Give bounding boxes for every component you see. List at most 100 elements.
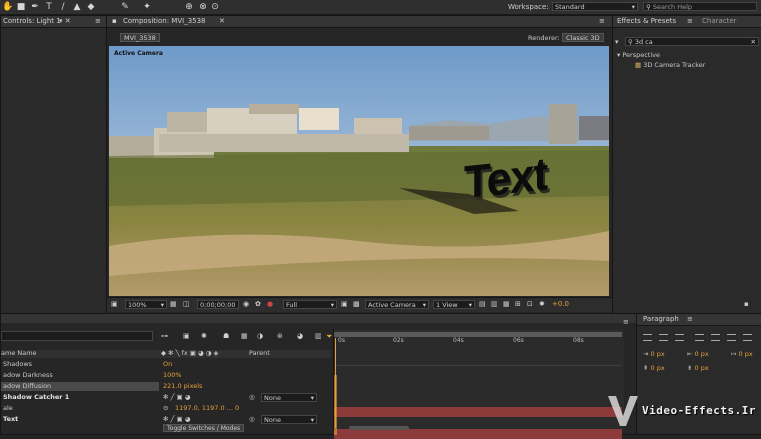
layer-property-row-selected[interactable]: adow Diffusion xyxy=(1,382,159,391)
layer-property-row[interactable]: ale ⊝ 1197.0, 1197.0 ... 0 xyxy=(1,404,331,413)
category-perspective[interactable]: ▾ Perspective xyxy=(617,51,660,59)
property-value[interactable]: 1197.0, 1197.0 ... 0 xyxy=(175,404,239,413)
space-after-field[interactable]: ⇟ 0 px xyxy=(687,364,709,372)
view-layout-select[interactable]: 1 View ▾ xyxy=(433,300,475,309)
hand-tool-icon[interactable]: ✋ xyxy=(2,2,13,12)
brush-tool-icon[interactable]: / xyxy=(58,2,68,12)
axis-mode-3-icon[interactable]: ⊙ xyxy=(210,2,220,12)
type-tool-icon[interactable]: T xyxy=(44,2,54,12)
show-snapshot-icon[interactable]: ✿ xyxy=(255,300,261,308)
zoom-select[interactable]: 100% ▾ xyxy=(125,300,167,309)
timeline-icon[interactable]: ▦ xyxy=(503,300,510,308)
tab-character[interactable]: Character xyxy=(702,17,737,25)
timecode-field[interactable]: 0;00;00;00 xyxy=(197,300,239,309)
property-value[interactable]: 221.0 pixels xyxy=(163,382,202,391)
panel-options-icon[interactable]: ▾ xyxy=(615,38,619,46)
property-value[interactable]: 100% xyxy=(163,371,182,380)
rectangle-tool-icon[interactable]: ■ xyxy=(16,2,26,12)
tab-effect-controls[interactable]: Controls: Light 1 xyxy=(3,17,61,25)
draft-3d-icon[interactable]: ✺ xyxy=(201,332,207,340)
search-help-input[interactable]: ⚲ Search Help xyxy=(643,2,757,11)
new-bin-icon[interactable]: ▪ xyxy=(744,300,749,308)
panel-options-icon[interactable]: ≡ xyxy=(95,17,101,25)
indent-right-field[interactable]: ⇤ 0 px xyxy=(687,350,709,358)
resolution-select[interactable]: Full ▾ xyxy=(283,300,337,309)
layer-switches[interactable]: ✻ ╱ ▣ ◕ xyxy=(163,393,190,402)
eraser-tool-icon[interactable]: ◆ xyxy=(86,2,96,12)
timeline-search-input[interactable] xyxy=(1,331,153,341)
mask-icon[interactable]: ◫ xyxy=(183,300,190,308)
justify-center-icon[interactable] xyxy=(711,334,720,341)
layer-bar-text[interactable] xyxy=(334,429,622,439)
transparency-grid-icon[interactable]: ▩ xyxy=(353,300,360,308)
renderer-button[interactable]: Classic 3D xyxy=(562,33,604,42)
parent-pick-whip-icon[interactable]: ◎ xyxy=(249,393,255,402)
align-left-icon[interactable] xyxy=(643,334,652,341)
close-icon[interactable]: ✕ xyxy=(219,17,225,25)
composition-viewer[interactable]: Active Camera Text xyxy=(109,46,609,296)
lock-icon[interactable]: ▪ xyxy=(112,17,117,25)
indent-first-field[interactable]: ↦ 0 px xyxy=(731,350,753,358)
align-right-icon[interactable] xyxy=(675,334,684,341)
indent-left-field[interactable]: ⇥ 0 px xyxy=(643,350,665,358)
panel-options-icon[interactable]: ≡ xyxy=(599,17,605,25)
layer-property-row[interactable]: Shadows On xyxy=(1,360,331,369)
layer-name-header[interactable]: ame Name xyxy=(1,349,37,358)
parent-header[interactable]: Parent xyxy=(249,349,270,358)
workspace-select[interactable]: Standard ▾ xyxy=(552,2,638,11)
property-value[interactable]: On xyxy=(163,360,172,369)
frame-blending-icon[interactable]: ▦ xyxy=(241,332,248,340)
brainstorm-icon[interactable]: ⊛ xyxy=(277,332,283,340)
tab-effects-presets[interactable]: Effects & Presets xyxy=(617,17,676,25)
text-layer-overlay[interactable]: Text xyxy=(464,148,547,209)
axis-mode-2-icon[interactable]: ⊗ xyxy=(198,2,208,12)
current-time-icon[interactable]: ⏷ xyxy=(326,332,332,342)
exposure-value[interactable]: +0.0 xyxy=(552,300,569,308)
parent-select[interactable]: None ▾ xyxy=(261,393,317,402)
timeline-track-area[interactable] xyxy=(333,329,624,439)
camera-view-select[interactable]: Active Camera ▾ xyxy=(365,300,429,309)
clone-tool-icon[interactable]: ▲ xyxy=(72,2,82,12)
justify-left-icon[interactable] xyxy=(695,334,704,341)
snapshot-icon[interactable]: ◉ xyxy=(243,300,249,308)
graph-editor-icon[interactable]: ◕ xyxy=(297,332,303,340)
justify-all-icon[interactable] xyxy=(743,334,752,341)
align-center-icon[interactable] xyxy=(659,334,668,341)
motion-blur-icon[interactable]: ◑ xyxy=(257,332,263,340)
axis-mode-icon[interactable]: ⊕ xyxy=(184,2,194,12)
current-time-indicator[interactable] xyxy=(335,338,336,428)
parent-pick-whip-icon[interactable]: ◎ xyxy=(249,415,255,424)
roto-brush-icon[interactable]: ✎ xyxy=(120,2,130,12)
panel-menu-icon[interactable]: ≡ xyxy=(687,315,693,323)
layer-bar-shadow-catcher[interactable] xyxy=(334,407,622,417)
panel-menu-icon[interactable]: ≡ xyxy=(687,17,693,25)
comp-mini-flowchart-icon[interactable]: ⊶ xyxy=(161,332,168,340)
region-of-interest-icon[interactable]: ▣ xyxy=(341,300,348,308)
link-icon[interactable]: ⊝ xyxy=(163,404,168,413)
channel-icon[interactable]: ● xyxy=(267,300,273,308)
live-update-icon[interactable]: ▣ xyxy=(183,332,190,340)
layer-row[interactable]: Text ✻ ╱ ▣ ◕ ◎ None ▾ xyxy=(1,415,331,424)
pen-tool-icon[interactable]: ✒ xyxy=(30,2,40,12)
flowchart-icon[interactable]: ⊡ xyxy=(527,300,533,308)
layer-switches[interactable]: ✻ ╱ ▣ ◕ xyxy=(163,415,190,424)
shy-icon[interactable]: ☗ xyxy=(223,332,229,340)
grid-icon[interactable]: ▦ xyxy=(170,300,177,308)
fast-preview-icon[interactable]: ▥ xyxy=(491,300,498,308)
auto-keyframe-icon[interactable]: ▥ xyxy=(315,332,322,340)
zoom-slider[interactable] xyxy=(349,426,409,430)
layer-row[interactable]: Shadow Catcher 1 ✻ ╱ ▣ ◕ ◎ None ▾ xyxy=(1,393,331,402)
effects-search-input[interactable]: ⚲ 3d ca ✕ xyxy=(625,37,759,46)
justify-right-icon[interactable] xyxy=(727,334,736,341)
puppet-pin-icon[interactable]: ✦ xyxy=(142,2,152,12)
parent-select[interactable]: None ▾ xyxy=(261,415,317,424)
panel-menu-icon[interactable]: ▾ ✕ xyxy=(59,17,71,25)
space-before-field[interactable]: ⇞ 0 px xyxy=(643,364,665,372)
effect-item-3d-camera-tracker[interactable]: ▦ 3D Camera Tracker xyxy=(635,61,705,69)
exposure-icon[interactable]: ✹ xyxy=(539,300,545,308)
tab-composition[interactable]: Composition: MVI_3538 xyxy=(123,17,206,25)
toggle-switches-modes-button[interactable]: Toggle Switches / Modes xyxy=(163,424,245,432)
comp-flowchart-icon[interactable]: ⊞ xyxy=(515,300,521,308)
layer-property-row[interactable]: adow Darkness 100% xyxy=(1,371,331,380)
panel-options-icon[interactable]: ≡ xyxy=(623,318,629,326)
